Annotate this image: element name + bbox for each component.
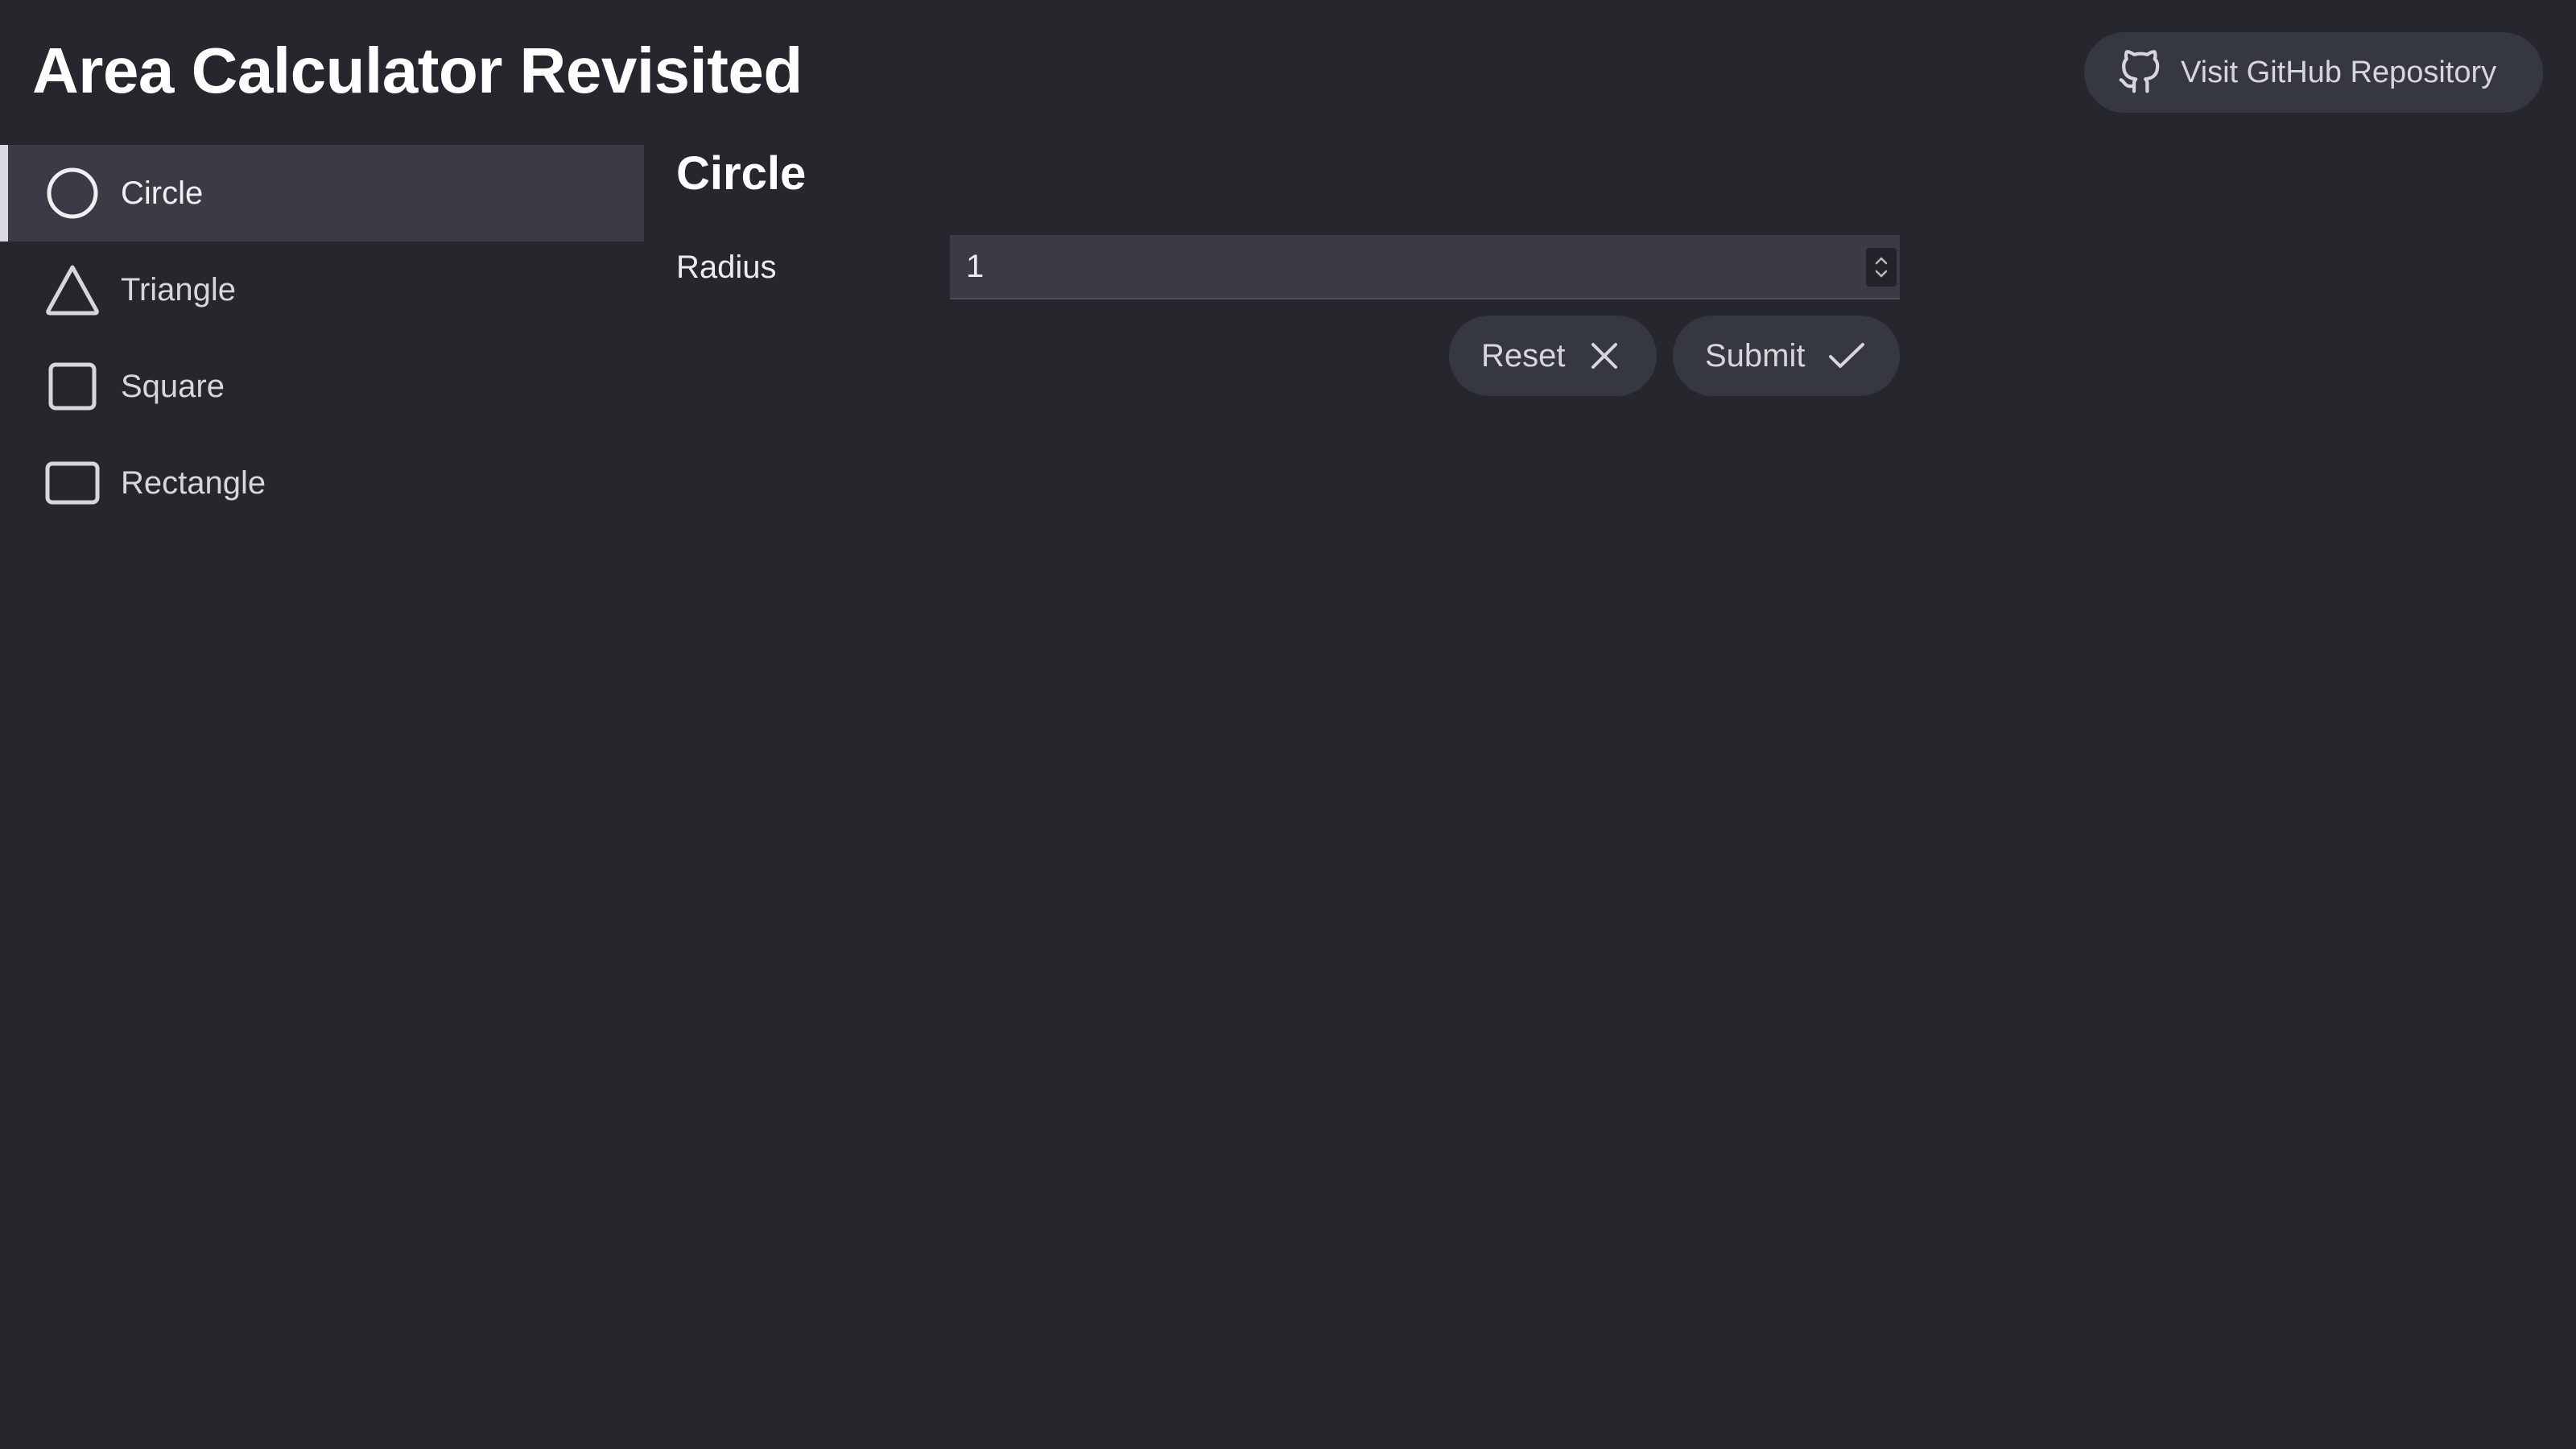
sidebar-item-label: Rectangle [121, 464, 266, 501]
rectangle-icon [45, 456, 100, 510]
radius-input[interactable] [950, 235, 1835, 298]
app-title: Area Calculator Revisited [32, 35, 803, 106]
close-icon [1588, 336, 1622, 375]
shape-sidebar: Circle Triangle Square Rectangle [0, 145, 644, 531]
section-title: Circle [676, 147, 807, 200]
reset-button[interactable]: Reset [1449, 316, 1657, 396]
sidebar-item-triangle[interactable]: Triangle [0, 242, 644, 338]
triangle-icon [45, 262, 100, 317]
sidebar-item-label: Square [121, 368, 225, 404]
github-repository-button[interactable]: Visit GitHub Repository [2084, 32, 2543, 113]
circle-icon [45, 166, 100, 221]
github-button-label: Visit GitHub Repository [2181, 55, 2497, 89]
form-actions: Reset Submit [1449, 316, 1900, 396]
submit-button[interactable]: Submit [1673, 316, 1900, 396]
quantity-stepper[interactable] [1866, 248, 1897, 287]
sidebar-item-square[interactable]: Square [0, 338, 644, 435]
check-icon [1828, 336, 1865, 375]
sidebar-item-rectangle[interactable]: Rectangle [0, 435, 644, 531]
square-icon [45, 359, 100, 414]
github-icon [2116, 49, 2163, 96]
sidebar-item-circle[interactable]: Circle [0, 145, 644, 242]
reset-button-label: Reset [1481, 337, 1566, 374]
radius-field [950, 235, 1900, 299]
sidebar-item-label: Circle [121, 175, 204, 211]
sidebar-item-label: Triangle [121, 271, 237, 308]
submit-button-label: Submit [1705, 337, 1806, 374]
radius-label: Radius [676, 250, 777, 285]
